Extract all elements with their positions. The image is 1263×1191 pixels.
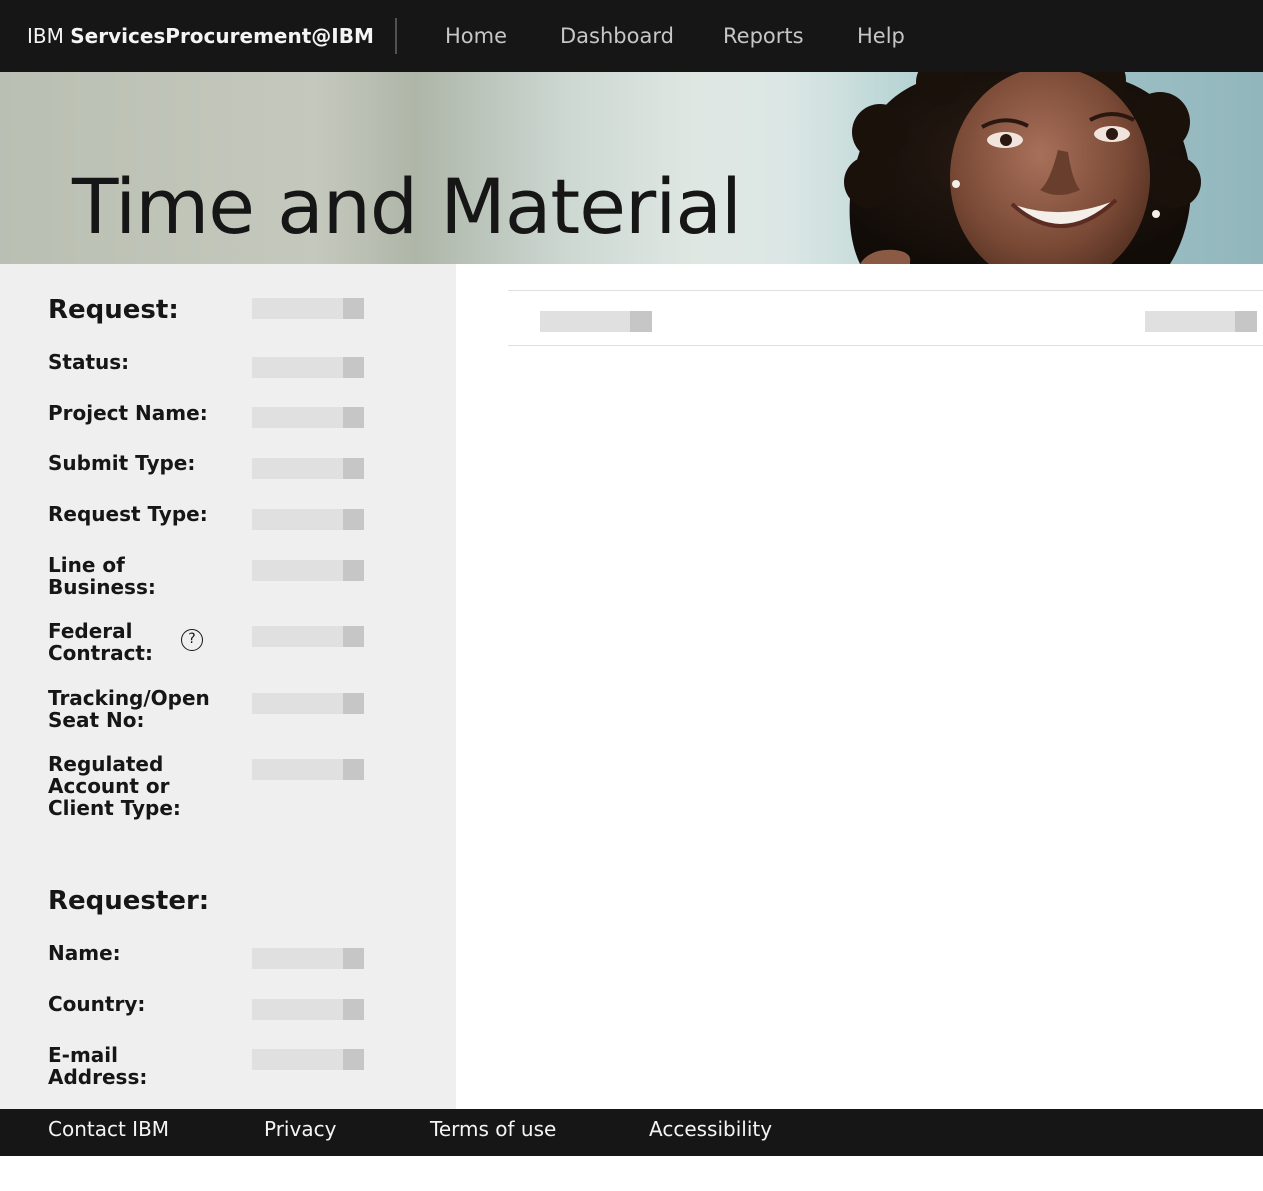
requester-country-value-placeholder [252,999,364,1020]
status-value-placeholder [252,357,364,378]
line-of-business-label: Line of Business: [48,553,156,599]
regulated-account-value-placeholder [252,759,364,780]
nav-help-link[interactable]: Help [857,24,905,48]
project-name-value-placeholder [252,407,364,428]
tracking-open-seat-label: Tracking/Open Seat No: [48,686,210,732]
nav-reports-link[interactable]: Reports [723,24,804,48]
request-heading: Request: [48,295,179,325]
status-label: Status: [48,350,130,374]
brand-logo[interactable]: IBM ServicesProcurement@IBM [27,24,374,48]
submit-type-value-placeholder [252,458,364,479]
request-type-value-placeholder [252,509,364,530]
content-tab-placeholder-left [540,311,652,332]
page-footer: Contact IBM Privacy Terms of use Accessi… [0,1109,1263,1156]
requester-email-label: E-mail Address: [48,1043,148,1089]
requester-heading: Requester: [48,886,210,916]
footer-contact-link[interactable]: Contact IBM [48,1117,169,1141]
footer-terms-link[interactable]: Terms of use [430,1117,556,1141]
content-tab-placeholder-right [1145,311,1257,332]
federal-contract-label: Federal Contract: [48,619,153,665]
hero-banner: Time and Material [0,72,1263,264]
brand-prefix: IBM [27,24,64,48]
federal-contract-value-placeholder [252,626,364,647]
line-of-business-value-placeholder [252,560,364,581]
request-type-label: Request Type: [48,502,208,526]
footer-accessibility-link[interactable]: Accessibility [649,1117,772,1141]
tracking-open-seat-value-placeholder [252,693,364,714]
brand-name: ServicesProcurement@IBM [70,24,374,48]
nav-dashboard-link[interactable]: Dashboard [560,24,674,48]
requester-country-label: Country: [48,992,146,1016]
hero-person-image [840,72,1263,264]
nav-divider [395,18,397,54]
requester-name-label: Name: [48,941,121,965]
requester-email-value-placeholder [252,1049,364,1070]
content-divider-top [508,290,1263,291]
regulated-account-label: Regulated Account or Client Type: [48,752,181,820]
requester-name-value-placeholder [252,948,364,969]
nav-home-link[interactable]: Home [445,24,507,48]
footer-privacy-link[interactable]: Privacy [264,1117,336,1141]
request-value-placeholder [252,298,364,319]
federal-contract-help-icon[interactable]: ? [181,629,203,651]
project-name-label: Project Name: [48,401,208,425]
page-title: Time and Material [72,162,742,251]
submit-type-label: Submit Type: [48,451,196,475]
top-navigation: IBM ServicesProcurement@IBM Home Dashboa… [0,0,1263,72]
content-divider-bottom [508,345,1263,346]
